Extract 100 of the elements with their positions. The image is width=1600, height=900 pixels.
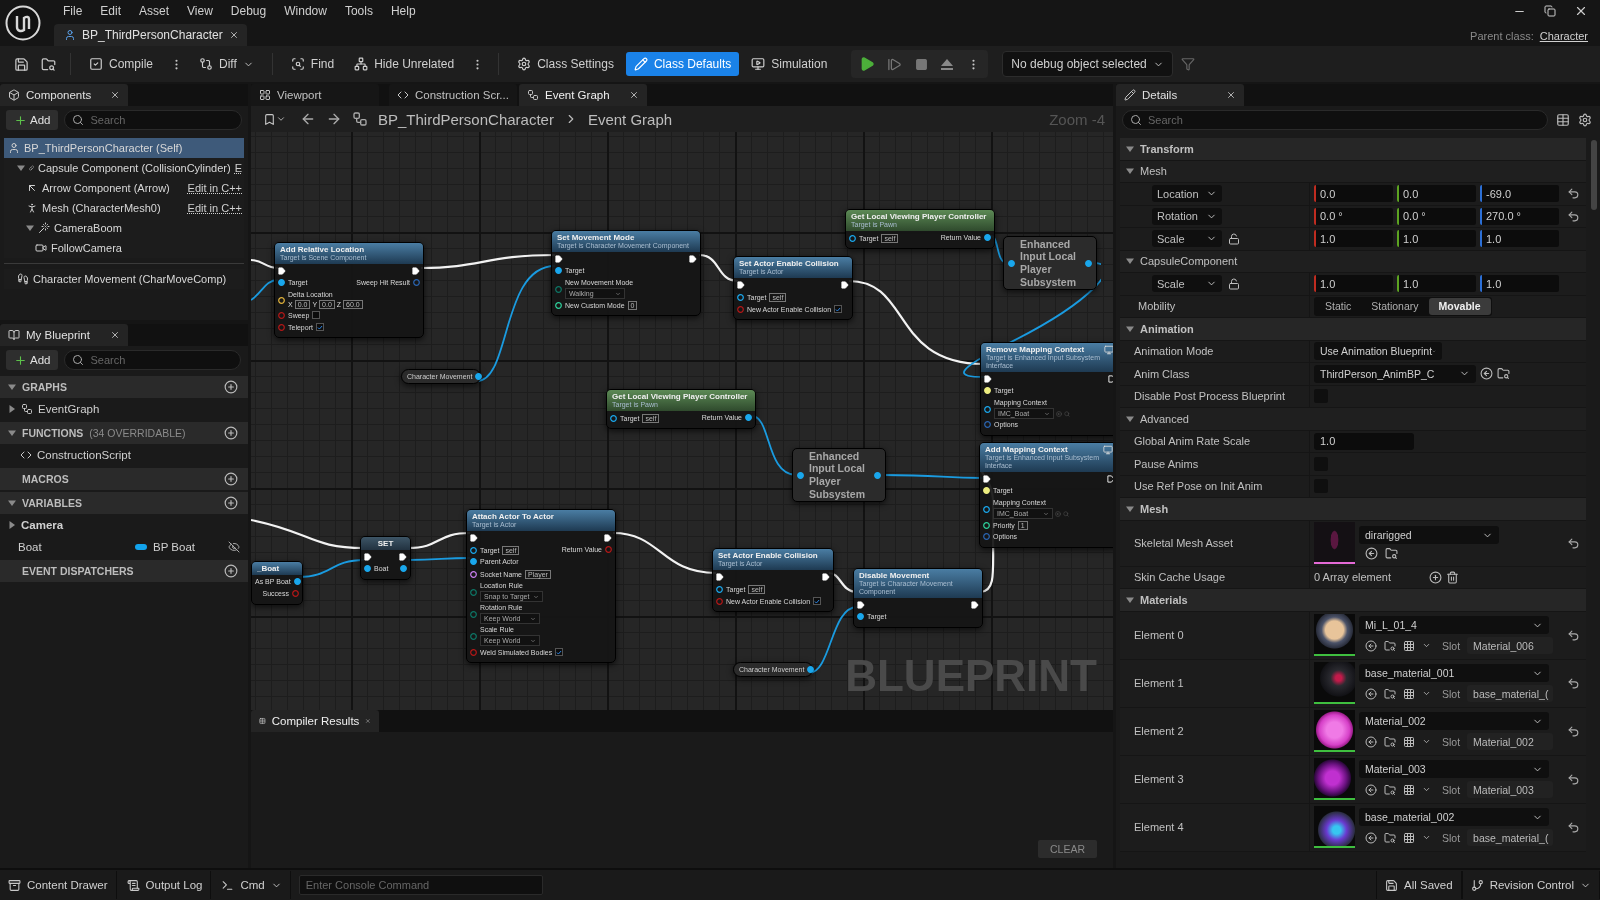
browse-icon[interactable] bbox=[1384, 831, 1396, 844]
forward-arrow-icon[interactable] bbox=[326, 111, 342, 127]
material-dropdown[interactable]: Mi_L_01_4 bbox=[1359, 616, 1549, 634]
blueprint-item[interactable]: ConstructionScript bbox=[0, 444, 248, 466]
breadcrumb-link[interactable]: Event Graph bbox=[587, 110, 673, 128]
section-header[interactable]: VARIABLES bbox=[0, 492, 248, 514]
exec-pin-icon[interactable] bbox=[984, 375, 992, 384]
reset-arrow-icon[interactable] bbox=[1566, 724, 1580, 738]
number-field[interactable]: 1.0 bbox=[1314, 432, 1414, 450]
data-pin-icon[interactable] bbox=[984, 405, 991, 413]
menu-item[interactable]: Edit bbox=[91, 4, 131, 18]
menu-item[interactable]: Asset bbox=[130, 4, 179, 18]
data-pin-icon[interactable] bbox=[983, 522, 990, 530]
slot-field[interactable]: base_material_( bbox=[1467, 685, 1554, 702]
disclosure-triangle-icon[interactable] bbox=[1126, 414, 1134, 423]
slot-field[interactable]: base_material_( bbox=[1467, 829, 1554, 846]
exec-pin-icon[interactable] bbox=[971, 601, 979, 610]
back-arrow-icon[interactable] bbox=[300, 111, 316, 127]
pin-checkbox[interactable] bbox=[555, 648, 564, 657]
breadcrumb-link[interactable]: BP_ThirdPersonCharacter bbox=[378, 110, 554, 128]
close-icon[interactable] bbox=[629, 90, 639, 100]
browse-icon[interactable] bbox=[1384, 639, 1396, 652]
number-field[interactable]: 0.0 bbox=[1314, 185, 1393, 203]
data-pin-icon[interactable] bbox=[364, 565, 371, 572]
disclosure-triangle-icon[interactable] bbox=[1126, 504, 1134, 513]
data-pin-icon[interactable] bbox=[470, 547, 477, 555]
padlock-icon[interactable] bbox=[1228, 232, 1240, 245]
use-selected-icon[interactable] bbox=[1365, 547, 1378, 560]
slot-field[interactable]: Material_002 bbox=[1467, 733, 1554, 750]
disclosure-triangle-icon[interactable] bbox=[1126, 595, 1134, 604]
checker-grid-icon[interactable] bbox=[1403, 687, 1415, 700]
search-field[interactable]: Search bbox=[64, 350, 242, 370]
slot-field[interactable]: Material_006 bbox=[1467, 637, 1554, 654]
number-field[interactable]: 1.0 bbox=[1480, 275, 1559, 293]
browse-icon[interactable] bbox=[1497, 367, 1510, 381]
add-button[interactable]: Add bbox=[6, 110, 59, 130]
browse-icon[interactable] bbox=[1385, 547, 1398, 560]
search-field[interactable]: Search bbox=[1122, 110, 1548, 130]
logo-icon[interactable] bbox=[5, 5, 41, 41]
blueprint-item[interactable]: EventGraph bbox=[0, 398, 248, 420]
status-button[interactable]: All Saved bbox=[1376, 871, 1462, 899]
clear-button[interactable]: CLEAR bbox=[1038, 840, 1097, 858]
material-dropdown[interactable]: base_material_001 bbox=[1359, 664, 1549, 682]
browse-icon[interactable] bbox=[1384, 783, 1396, 796]
disclosure-triangle-icon[interactable] bbox=[8, 499, 16, 507]
use-selected-icon[interactable] bbox=[1480, 367, 1493, 381]
toolbar-button[interactable]: Hide Unrelated bbox=[346, 52, 463, 76]
reset-arrow-icon[interactable] bbox=[1566, 676, 1580, 690]
status-button[interactable]: Cmd bbox=[213, 871, 291, 899]
number-field[interactable]: 1.0 bbox=[1480, 230, 1559, 248]
reset-arrow-icon[interactable] bbox=[1566, 820, 1580, 834]
disclosure-triangle-icon[interactable] bbox=[8, 405, 16, 413]
menu-item[interactable]: Debug bbox=[221, 4, 276, 18]
exec-pin-icon[interactable] bbox=[689, 255, 697, 264]
close-icon[interactable] bbox=[1226, 90, 1236, 100]
panel-tab[interactable]: My Blueprint bbox=[0, 324, 128, 346]
exec-pin-icon[interactable] bbox=[857, 601, 865, 610]
toolbar-button[interactable]: Class Defaults bbox=[625, 52, 740, 76]
exec-pin-icon[interactable] bbox=[822, 573, 830, 582]
toolbar-button[interactable]: Compile bbox=[81, 52, 161, 76]
use-selected-icon[interactable] bbox=[1365, 783, 1377, 796]
use-selected-icon[interactable] bbox=[1365, 639, 1377, 652]
disclosure-triangle-icon[interactable] bbox=[1126, 167, 1134, 176]
disclosure-triangle-icon[interactable] bbox=[8, 521, 16, 529]
data-pin-icon[interactable] bbox=[470, 571, 477, 579]
transform-mode-dropdown[interactable]: Rotation bbox=[1152, 207, 1222, 225]
data-pin-icon[interactable] bbox=[716, 586, 723, 594]
menu-item[interactable]: View bbox=[178, 4, 222, 18]
data-pin-icon[interactable] bbox=[278, 296, 285, 304]
browse-icon[interactable] bbox=[1384, 735, 1396, 748]
close-icon[interactable] bbox=[110, 330, 120, 340]
document-tab[interactable]: BP_ThirdPersonCharacter bbox=[54, 24, 247, 46]
padlock-icon[interactable] bbox=[1228, 277, 1240, 290]
data-pin-icon[interactable] bbox=[737, 294, 744, 302]
menu-item[interactable]: Window bbox=[275, 4, 336, 18]
close-icon[interactable] bbox=[110, 90, 120, 100]
data-pin-icon[interactable] bbox=[610, 415, 617, 423]
use-selected-icon[interactable] bbox=[1365, 831, 1377, 844]
reset-arrow-icon[interactable] bbox=[1566, 187, 1580, 201]
blueprint-item[interactable]: Camera bbox=[0, 514, 248, 536]
add-icon[interactable] bbox=[224, 496, 238, 510]
pin-checkbox[interactable] bbox=[312, 311, 321, 320]
toolbar-button[interactable]: Diff bbox=[191, 52, 262, 76]
data-pin-icon[interactable] bbox=[857, 613, 864, 621]
data-pin-icon[interactable] bbox=[745, 414, 752, 422]
number-field[interactable]: 1.0 bbox=[1397, 275, 1476, 293]
component-item[interactable]: BP_ThirdPersonCharacter (Self) bbox=[4, 138, 244, 158]
number-field[interactable]: 0.0 ° bbox=[1397, 207, 1476, 225]
checker-grid-icon[interactable] bbox=[1403, 831, 1415, 844]
number-field[interactable]: 1.0 bbox=[1397, 230, 1476, 248]
panel-tab[interactable]: Details bbox=[1116, 84, 1244, 106]
pin-checkbox[interactable] bbox=[813, 597, 822, 606]
data-pin-icon[interactable] bbox=[807, 666, 815, 673]
section-header[interactable]: MACROS bbox=[0, 468, 248, 490]
exec-pin-icon[interactable] bbox=[555, 255, 563, 264]
data-pin-icon[interactable] bbox=[475, 373, 483, 380]
number-field[interactable]: 270.0 ° bbox=[1480, 207, 1559, 225]
menu-item[interactable]: Tools bbox=[335, 4, 382, 18]
pin-checkbox[interactable] bbox=[315, 323, 324, 332]
dropdown[interactable]: ThirdPerson_AnimBP_C bbox=[1314, 364, 1476, 383]
